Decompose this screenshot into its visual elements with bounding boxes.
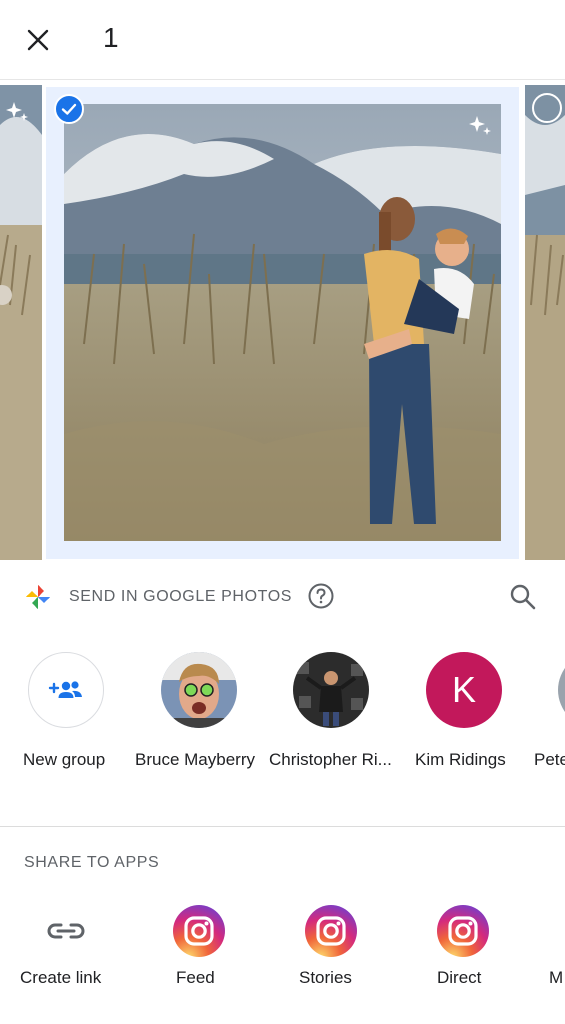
close-icon (27, 29, 49, 51)
app-label: M (549, 968, 564, 987)
people-row: New group Bruce Mayberry Christopher Ri.… (0, 652, 565, 792)
avatar (558, 652, 565, 728)
person-name: Christopher Ri... (269, 750, 392, 769)
app-label: Direct (437, 968, 482, 987)
person-name: Bruce Mayberry (135, 750, 255, 769)
app-instagram-feed[interactable]: Feed (136, 904, 256, 1014)
person-name: Pete (534, 750, 565, 769)
link-icon (47, 923, 85, 939)
person-name: New group (23, 750, 106, 769)
app-create-link[interactable]: Create link (5, 904, 125, 1014)
instagram-icon (173, 905, 225, 957)
selected-count: 1 (103, 22, 119, 53)
apps-section-title: SHARE TO APPS (24, 854, 160, 871)
photo-thumbnail-next[interactable] (525, 85, 565, 560)
app-instagram-direct[interactable]: Direct (400, 904, 520, 1014)
add-group-avatar (28, 652, 104, 728)
search-icon[interactable] (508, 582, 538, 612)
instagram-icon (437, 905, 489, 957)
send-section-header: SEND IN GOOGLE PHOTOS (0, 570, 565, 626)
selected-check-icon[interactable] (54, 94, 84, 124)
person-christopher[interactable]: Christopher Ri... (265, 652, 405, 782)
add-group-icon (48, 681, 82, 698)
photo-thumbnail-previous[interactable] (0, 85, 42, 560)
top-bar: 1 (0, 0, 565, 80)
photo-thumbnail-selected[interactable] (64, 104, 501, 541)
google-photos-logo-icon (26, 585, 50, 609)
avatar-initial: K (451, 669, 476, 710)
person-bruce-mayberry[interactable]: Bruce Mayberry (133, 652, 273, 782)
instagram-icon (305, 905, 357, 957)
unselected-circle-icon[interactable] (532, 93, 562, 123)
initial-avatar: K (426, 652, 502, 728)
close-button[interactable] (18, 20, 58, 60)
auto-enhance-icon (469, 116, 491, 135)
avatar (161, 652, 237, 728)
send-section-title: SEND IN GOOGLE PHOTOS (69, 588, 293, 605)
app-more[interactable]: M (549, 904, 565, 1014)
app-instagram-stories[interactable]: Stories (268, 904, 388, 1014)
person-name: Kim Ridings (415, 750, 506, 769)
avatar (293, 652, 369, 728)
app-label: Create link (20, 968, 102, 987)
help-circle-icon[interactable] (307, 582, 335, 610)
auto-enhance-icon (6, 102, 28, 121)
app-label: Stories (299, 968, 352, 987)
section-divider (0, 826, 565, 827)
app-label: Feed (176, 968, 215, 987)
person-new-group[interactable]: New group (0, 652, 140, 782)
photo-selected-frame[interactable] (46, 87, 519, 559)
person-kim-ridings[interactable]: K Kim Ridings (398, 652, 538, 782)
photo-strip[interactable] (0, 82, 565, 560)
person-pete[interactable]: Pete (530, 652, 565, 782)
